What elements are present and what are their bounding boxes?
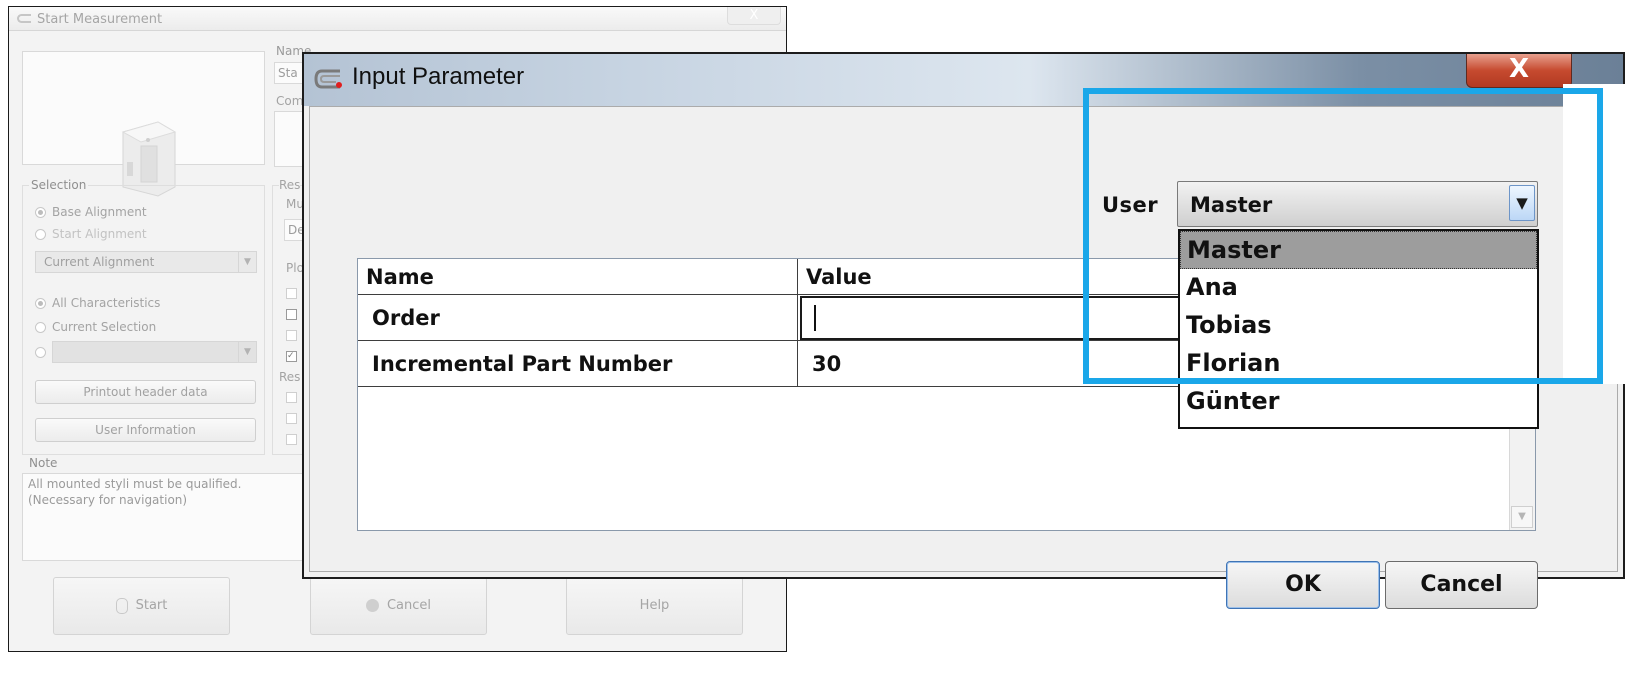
start-measurement-title: Start Measurement xyxy=(37,12,163,27)
chevron-down-icon: ▼ xyxy=(238,342,256,362)
plot-checkbox-3[interactable] xyxy=(286,330,297,341)
cancel-button[interactable]: Cancel xyxy=(1385,561,1538,609)
note-text-line2: (Necessary for navigation) xyxy=(28,493,188,507)
start-button-label: Start xyxy=(135,598,168,613)
start-icon xyxy=(115,597,128,614)
plot-checkbox-2[interactable] xyxy=(286,309,297,320)
base-alignment-radio[interactable] xyxy=(35,207,46,218)
result-checkbox-3[interactable] xyxy=(286,434,297,445)
highlight-frame xyxy=(1083,88,1603,384)
printout-header-button[interactable]: Printout header data xyxy=(35,380,256,404)
all-characteristics-label: All Characteristics xyxy=(52,296,161,310)
grid-header-name: Name xyxy=(358,259,798,295)
start-alignment-radio[interactable] xyxy=(35,229,46,240)
background-cancel-button[interactable]: Cancel xyxy=(310,577,487,635)
plot-checkbox-1[interactable] xyxy=(286,288,297,299)
scroll-down-icon[interactable]: ▼ xyxy=(1511,506,1533,528)
grid-row-order-name: Order xyxy=(358,295,798,341)
cancel-icon xyxy=(365,599,379,612)
note-box: All mounted styli must be qualified. (Ne… xyxy=(22,473,314,561)
result-checkbox-1[interactable] xyxy=(286,392,297,403)
user-information-button[interactable]: User Information xyxy=(35,418,256,442)
background-cancel-label: Cancel xyxy=(386,598,432,613)
base-alignment-label: Base Alignment xyxy=(52,205,147,219)
dialog-close-button[interactable]: X xyxy=(1466,54,1572,88)
start-button[interactable]: Start xyxy=(53,577,230,635)
grid-row-incremental-name: Incremental Part Number xyxy=(358,341,798,387)
result-checkbox-2[interactable] xyxy=(286,413,297,424)
custom-selection-radio[interactable] xyxy=(35,347,46,358)
comment-label: Com xyxy=(276,94,304,108)
dialog-title: Input Parameter xyxy=(352,63,525,90)
start-measurement-close-button[interactable]: X xyxy=(727,7,781,25)
help-button[interactable]: Help xyxy=(566,577,743,635)
alignment-select-value: Current Alignment xyxy=(44,255,155,269)
chevron-down-icon: ▼ xyxy=(238,252,256,272)
results2-label: Res xyxy=(279,370,301,384)
user-option-gunter[interactable]: Günter xyxy=(1180,383,1537,421)
caliper-logo-icon xyxy=(314,69,342,89)
current-selection-label: Current Selection xyxy=(52,320,157,334)
machine-preview xyxy=(22,51,265,197)
start-measurement-titlebar: Start Measurement X xyxy=(9,7,786,31)
all-characteristics-radio[interactable] xyxy=(35,298,46,309)
app-logo-icon xyxy=(17,14,31,23)
selection-select[interactable]: ▼ xyxy=(52,341,257,363)
text-caret xyxy=(814,305,816,331)
selection-label: Selection xyxy=(29,178,89,192)
note-label: Note xyxy=(29,456,58,470)
current-selection-radio[interactable] xyxy=(35,322,46,333)
plot-checkbox-4[interactable]: ✓ xyxy=(286,351,297,362)
results-label: Res xyxy=(279,178,301,192)
ok-button[interactable]: OK xyxy=(1226,561,1380,609)
start-alignment-label: Start Alignment xyxy=(52,227,147,241)
alignment-select[interactable]: Current Alignment ▼ xyxy=(35,251,257,273)
note-text-line1: All mounted styli must be qualified. xyxy=(28,477,242,491)
